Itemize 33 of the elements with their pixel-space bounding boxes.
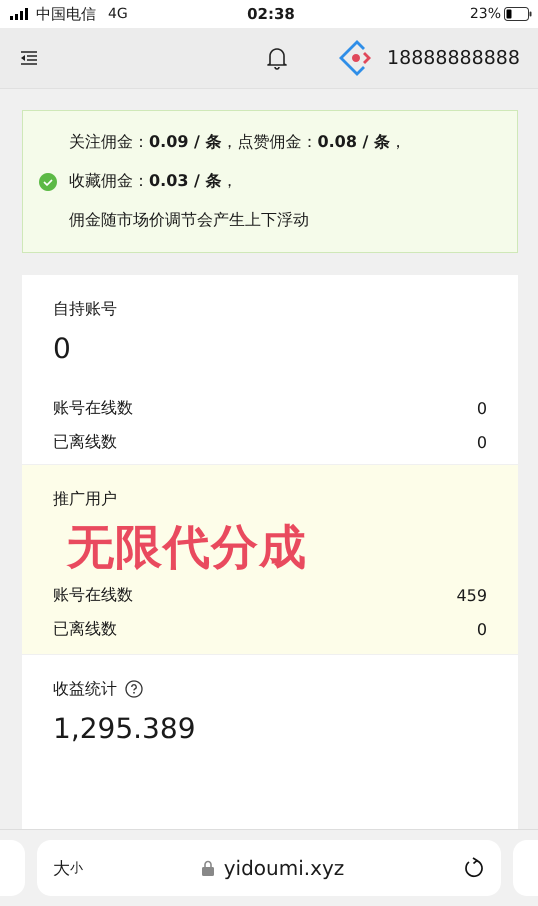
row-label: 账号在线数 — [53, 398, 133, 418]
notification-bell-icon[interactable] — [267, 46, 288, 70]
notice-text: 佣金随市场价调节会产生上下浮动 — [69, 209, 310, 231]
row-label: 账号在线数 — [53, 585, 133, 606]
row-value: 0 — [476, 620, 487, 640]
reload-icon[interactable] — [463, 857, 486, 879]
card-title: 推广用户 — [53, 488, 117, 510]
text-size-button[interactable]: 大小 — [53, 856, 83, 880]
promo-banner-text: 无限代分成 — [67, 518, 307, 577]
help-icon[interactable] — [125, 680, 143, 698]
row-value: 0 — [476, 432, 487, 452]
check-circle-icon — [39, 172, 57, 190]
menu-fold-icon[interactable] — [20, 50, 38, 66]
network-type: 4G — [108, 6, 128, 22]
battery-percent: 23% — [470, 6, 501, 22]
account-number: 18888888888 — [387, 47, 520, 69]
card-title: 收益统计 — [53, 678, 117, 700]
signal-icon — [10, 8, 30, 20]
battery-icon — [504, 7, 532, 21]
row-label: 已离线数 — [53, 619, 117, 640]
lock-icon — [202, 860, 214, 876]
url-text: yidoumi.xyz — [224, 856, 344, 880]
card-value: 1,295.389 — [53, 712, 197, 745]
address-bar[interactable]: 大小 yidoumi.xyz — [37, 840, 501, 896]
row-value: 0 — [476, 398, 487, 418]
carrier-name: 中国电信 — [36, 4, 96, 24]
clock-time: 02:38 — [247, 5, 295, 23]
row-value: 459 — [456, 586, 487, 606]
row-label: 已离线数 — [53, 432, 117, 452]
card-value: 0 — [53, 332, 72, 365]
card-title: 自持账号 — [53, 299, 117, 320]
notice-text: 收藏佣金：0.03 / 条， — [69, 170, 238, 192]
notice-text: 关注佣金：0.09 / 条，点赞佣金：0.08 / 条， — [69, 131, 407, 153]
